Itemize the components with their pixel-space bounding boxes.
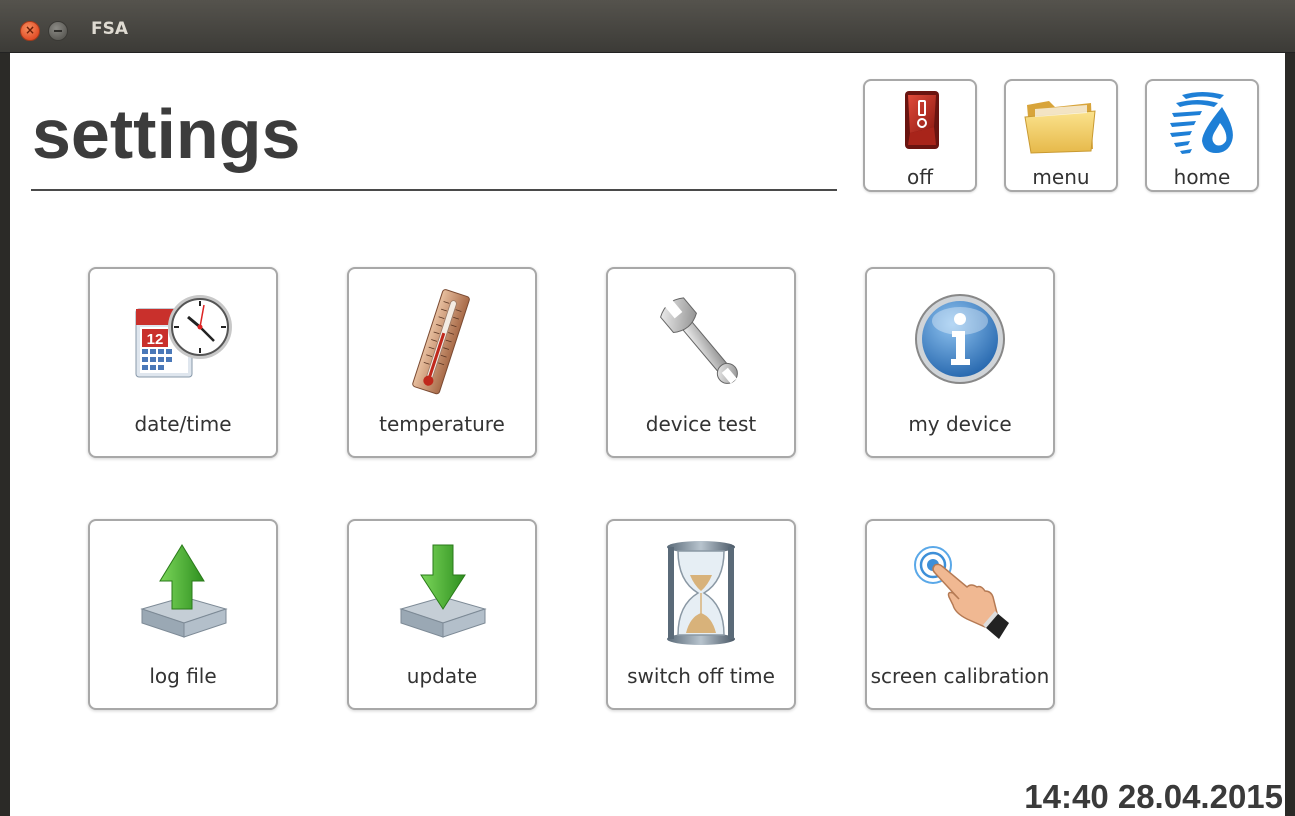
log-file-tile[interactable]: log file [88,519,278,710]
screen-calibration-tile[interactable]: screen calibration [865,519,1055,710]
download-tray-icon [399,544,487,638]
title-bar: × FSA [0,0,1295,53]
off-button-label: off [906,165,933,189]
status-datetime: 14:40 28.04.2015 [1024,778,1283,815]
switch-off-time-tile[interactable]: switch off time [606,519,796,710]
my-device-label: my device [908,412,1012,436]
update-tile[interactable]: update [347,519,537,710]
brand-logo-icon [1170,92,1233,154]
date-time-tile[interactable]: 12 date/time [88,267,278,458]
device-test-label: device test [645,412,757,436]
off-button[interactable]: off [863,79,977,192]
menu-button[interactable]: menu [1004,79,1118,192]
calendar-day-number: 12 [147,331,164,348]
log-file-label: log file [149,664,217,688]
upload-tray-icon [140,544,228,638]
temperature-label: temperature [379,412,505,436]
update-label: update [406,664,478,688]
thermometer-icon [412,289,470,395]
app-window: × FSA settings off menu home 12 date/tim… [0,0,1295,816]
info-icon [915,294,1005,384]
device-test-tile[interactable]: device test [606,267,796,458]
menu-button-label: menu [1032,165,1090,189]
title-divider [31,189,837,191]
folder-icon [1024,101,1096,154]
power-switch-icon [905,91,939,149]
home-button-label: home [1173,165,1231,189]
close-window-button[interactable]: × [20,21,40,41]
hourglass-icon [667,541,735,645]
my-device-tile[interactable]: my device [865,267,1055,458]
window-title: FSA [91,19,129,39]
page-title: settings [32,95,301,173]
touch-hand-icon [914,546,1009,639]
temperature-tile[interactable]: temperature [347,267,537,458]
minimize-window-button[interactable] [48,21,68,41]
wrench-icon [660,297,738,384]
screen-calibration-label: screen calibration [870,664,1050,688]
date-time-label: date/time [134,412,232,436]
switch-off-time-label: switch off time [627,664,775,688]
calendar-clock-icon: 12 [135,295,232,378]
home-button[interactable]: home [1145,79,1259,192]
